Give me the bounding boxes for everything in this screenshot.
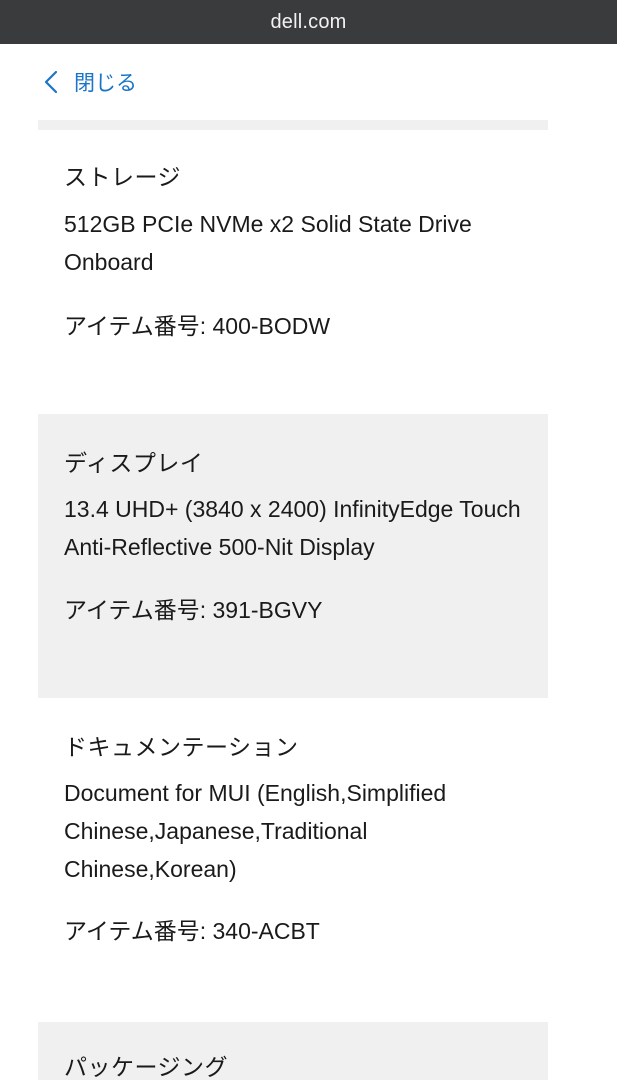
section-display: ディスプレイ 13.4 UHD+ (3840 x 2400) InfinityE… xyxy=(38,414,548,698)
item-number: アイテム番号: 340-ACBT xyxy=(64,918,320,944)
section-title: ディスプレイ xyxy=(64,450,204,476)
section-title: パッケージング xyxy=(64,1054,229,1080)
item-number: アイテム番号: 400-BODW xyxy=(64,313,331,339)
browser-url-bar[interactable]: dell.com xyxy=(0,0,617,44)
section-packaging: パッケージング xyxy=(38,1022,548,1080)
url-text: dell.com xyxy=(270,10,347,33)
section-title: ストレージ xyxy=(64,164,182,190)
close-label: 閉じる xyxy=(74,72,137,95)
section-documentation: ドキュメンテーション Document for MUI (English,Sim… xyxy=(38,698,548,1022)
section-description: Document for MUI (English,Simplified Chi… xyxy=(64,780,447,882)
section-description: 13.4 UHD+ (3840 x 2400) InfinityEdge Tou… xyxy=(64,496,521,560)
close-button[interactable]: 閉じる xyxy=(44,66,137,98)
section-description: 512GB PCIe NVMe x2 Solid State Drive Onb… xyxy=(64,211,472,275)
chevron-left-icon xyxy=(44,70,58,94)
section-storage: ストレージ 512GB PCIe NVMe x2 Solid State Dri… xyxy=(38,130,548,414)
section-divider xyxy=(38,120,548,130)
item-number: アイテム番号: 391-BGVY xyxy=(64,597,323,623)
section-title: ドキュメンテーション xyxy=(64,734,299,760)
